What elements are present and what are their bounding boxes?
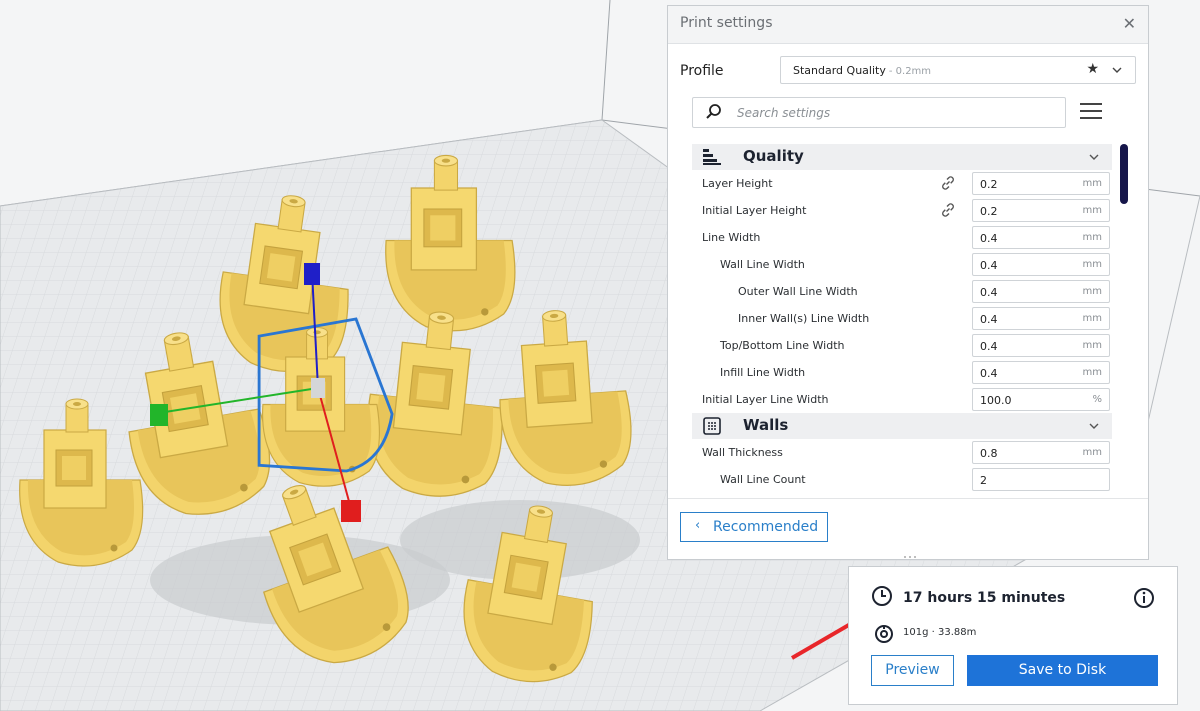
setting-value: 0.4 — [980, 286, 998, 299]
setting-row: Infill Line Width 0.4 mm — [692, 359, 1112, 386]
close-icon[interactable]: ✕ — [1123, 14, 1136, 33]
setting-input[interactable]: 0.4 mm — [972, 280, 1110, 303]
setting-unit: mm — [1082, 340, 1102, 351]
setting-label: Top/Bottom Line Width — [720, 339, 845, 352]
setting-row: Initial Layer Height 0.2 mm — [692, 197, 1112, 224]
setting-unit: mm — [1082, 205, 1102, 216]
setting-label: Wall Line Count — [720, 473, 806, 486]
setting-value: 0.2 — [980, 178, 998, 191]
setting-value: 0.2 — [980, 205, 998, 218]
settings-list[interactable]: Quality Layer Height 0.2 mm Initial Layer He… — [692, 144, 1112, 496]
category-walls[interactable]: Walls — [692, 413, 1112, 439]
setting-value: 0.4 — [980, 232, 998, 245]
search-input[interactable] — [735, 102, 1049, 124]
setting-label: Inner Wall(s) Line Width — [738, 312, 870, 325]
setting-input[interactable]: 0.8 mm — [972, 441, 1110, 464]
preview-button[interactable]: Preview — [871, 655, 954, 686]
setting-unit: mm — [1082, 313, 1102, 324]
profile-value: Standard Quality - 0.2mm — [793, 64, 932, 77]
clock-icon — [872, 586, 892, 606]
setting-unit: mm — [1082, 367, 1102, 378]
setting-label: Outer Wall Line Width — [738, 285, 858, 298]
recommended-button[interactable]: ‹ Recommended — [680, 512, 828, 542]
resize-grip-icon[interactable] — [902, 555, 918, 559]
setting-label: Line Width — [702, 231, 761, 244]
print-time: 17 hours 15 minutes — [903, 590, 1066, 606]
category-label: Quality — [743, 147, 804, 165]
setting-input[interactable]: 0.4 mm — [972, 307, 1110, 330]
setting-row: Line Width 0.4 mm — [692, 224, 1112, 251]
setting-value: 2 — [980, 474, 987, 487]
panel-header: Print settings ✕ — [668, 6, 1148, 44]
setting-unit: mm — [1082, 259, 1102, 270]
setting-value: 0.4 — [980, 259, 998, 272]
chevron-down-icon — [1112, 67, 1122, 73]
chevron-left-icon: ‹ — [695, 518, 701, 533]
setting-input[interactable]: 0.4 mm — [972, 334, 1110, 357]
setting-input[interactable]: 0.4 mm — [972, 226, 1110, 249]
setting-unit: mm — [1082, 447, 1102, 458]
filament-spool-icon — [875, 625, 893, 643]
setting-value: 0.8 — [980, 447, 998, 460]
link-icon[interactable] — [940, 175, 956, 191]
panel-footer: ‹ Recommended — [668, 498, 1148, 561]
print-info-panel: 17 hours 15 minutes 101g · 33.88m Previe… — [848, 566, 1178, 705]
star-icon[interactable]: ★ — [1086, 61, 1099, 77]
setting-row: Wall Line Width 0.4 mm — [692, 251, 1112, 278]
setting-row: Outer Wall Line Width 0.4 mm — [692, 278, 1112, 305]
settings-menu-icon[interactable] — [1080, 103, 1102, 123]
setting-row: Layer Height 0.2 mm — [692, 170, 1112, 197]
setting-row: Wall Line Count 2 — [692, 466, 1112, 493]
category-quality[interactable]: Quality — [692, 144, 1112, 170]
material-usage: 101g · 33.88m — [903, 627, 977, 638]
setting-unit: mm — [1082, 178, 1102, 189]
setting-row: Wall Thickness 0.8 mm — [692, 439, 1112, 466]
category-label: Walls — [743, 416, 789, 434]
link-icon[interactable] — [940, 202, 956, 218]
setting-input[interactable]: 0.2 mm — [972, 199, 1110, 222]
search-icon — [706, 104, 721, 119]
setting-label: Initial Layer Height — [702, 204, 807, 217]
setting-label: Infill Line Width — [720, 366, 806, 379]
setting-input[interactable]: 0.4 mm — [972, 361, 1110, 384]
setting-unit: % — [1092, 394, 1102, 405]
setting-unit: mm — [1082, 286, 1102, 297]
quality-icon — [703, 149, 721, 165]
setting-row: Inner Wall(s) Line Width 0.4 mm — [692, 305, 1112, 332]
scrollbar[interactable] — [1120, 144, 1128, 204]
setting-input[interactable]: 100.0% — [972, 388, 1110, 411]
setting-label: Layer Height — [702, 177, 773, 190]
setting-value: 0.4 — [980, 340, 998, 353]
profile-label: Profile — [680, 63, 724, 79]
setting-input[interactable]: 2 — [972, 468, 1110, 491]
save-to-disk-button[interactable]: Save to Disk — [967, 655, 1158, 686]
chevron-down-icon — [1089, 154, 1099, 160]
setting-value: 0.4 — [980, 367, 998, 380]
profile-dropdown[interactable]: Standard Quality - 0.2mm ★ — [780, 56, 1136, 84]
setting-label: Wall Line Width — [720, 258, 805, 271]
setting-value: 0.4 — [980, 313, 998, 326]
setting-row: Initial Layer Line Width 100.0% — [692, 386, 1112, 413]
setting-label: Initial Layer Line Width — [702, 393, 829, 406]
walls-icon — [703, 417, 721, 435]
chevron-down-icon — [1089, 423, 1099, 429]
info-icon[interactable] — [1133, 587, 1155, 609]
panel-title: Print settings — [680, 15, 773, 31]
setting-unit: mm — [1082, 232, 1102, 243]
setting-value: 100.0 — [980, 394, 1012, 407]
setting-input[interactable]: 0.4 mm — [972, 253, 1110, 276]
setting-input[interactable]: 0.2 mm — [972, 172, 1110, 195]
setting-label: Wall Thickness — [702, 446, 783, 459]
setting-row: Top/Bottom Line Width 0.4 mm — [692, 332, 1112, 359]
print-settings-panel: Print settings ✕ Profile Standard Qualit… — [667, 5, 1149, 560]
search-box — [692, 97, 1066, 128]
